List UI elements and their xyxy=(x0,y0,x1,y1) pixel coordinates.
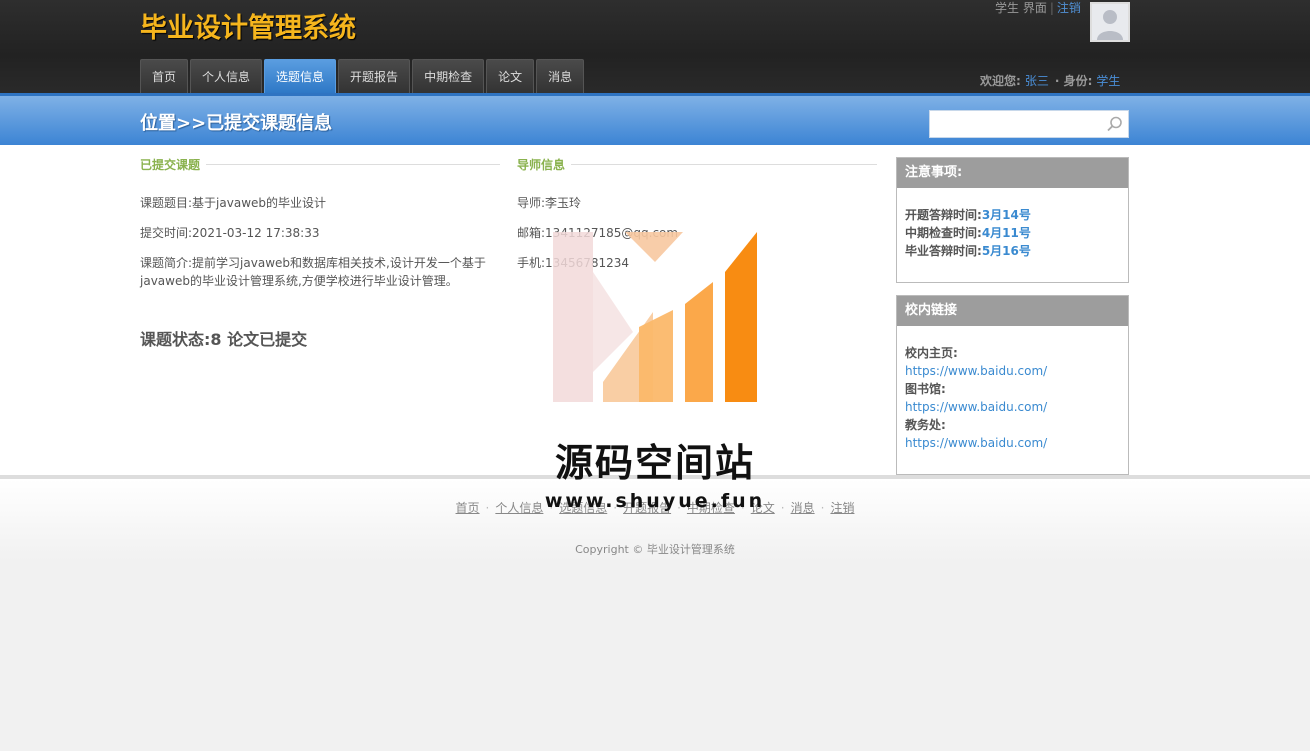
notice-item-date: 5月16号 xyxy=(981,244,1031,258)
tutor-phone-value: 13456781234 xyxy=(545,256,630,270)
nav-tab-6[interactable]: 消息 xyxy=(536,59,585,93)
notice-item: 开题答辩时间:3月14号 xyxy=(905,206,1120,224)
tutor-phone-row: 手机:13456781234 xyxy=(517,254,629,272)
user-name-link[interactable]: 张三 xyxy=(1021,74,1055,88)
topic-status: 课题状态:8 论文已提交 xyxy=(140,326,307,350)
topic-section-heading: 已提交课题 xyxy=(140,157,500,172)
role-label: · 身份: xyxy=(1054,74,1093,88)
top-interface: 界面 xyxy=(1022,1,1047,15)
avatar[interactable] xyxy=(1090,2,1130,42)
footer-link-4[interactable]: 中期检查 xyxy=(687,501,735,515)
tutor-heading-text: 导师信息 xyxy=(517,157,566,172)
tutor-name-label: 导师: xyxy=(517,196,546,210)
page-title: 位置>>已提交课题信息 xyxy=(140,113,333,134)
search-icon[interactable] xyxy=(1106,115,1124,133)
copyright: Copyright © 毕业设计管理系统 xyxy=(575,543,735,556)
footer-separator: · xyxy=(677,501,681,515)
status-value: 8 论文已提交 xyxy=(210,330,308,349)
notice-item-label: 毕业答辩时间: xyxy=(905,244,982,258)
main-content: 已提交课题 课题题目:基于javaweb的毕业设计 提交时间:2021-03-1… xyxy=(0,145,1310,475)
campus-link[interactable]: https://www.baidu.com/ xyxy=(905,362,1120,380)
nav-tab-2[interactable]: 选题信息 xyxy=(264,59,337,93)
header: 毕业设计管理系统 学生 界面 | 注销 首页 个人信息 选题信息 开题报告 中期检查 论文 消息… xyxy=(0,0,1310,93)
campus-links-box: 校内链接 校内主页: https://www.baidu.com/图书馆: http… xyxy=(896,295,1129,475)
main-nav: 首页 个人信息 选题信息 开题报告 中期检查 论文 消息 xyxy=(140,59,586,93)
nav-tab-0[interactable]: 首页 xyxy=(140,59,189,93)
notice-item-date: 4月11号 xyxy=(981,226,1031,240)
campus-links-heading: 校内链接 xyxy=(897,296,1128,326)
campus-link-label: 教务处: xyxy=(905,418,946,432)
top-logout-link[interactable]: 注销 xyxy=(1057,1,1081,15)
topic-title-row: 课题题目:基于javaweb的毕业设计 xyxy=(140,194,326,212)
nav-tab-5[interactable]: 论文 xyxy=(486,59,535,93)
notice-item-label: 开题答辩时间: xyxy=(905,208,982,222)
footer-link-1[interactable]: 个人信息 xyxy=(495,501,543,515)
tutor-section-heading: 导师信息 xyxy=(517,157,877,172)
search-box xyxy=(929,110,1129,138)
topic-time-value: 2021-03-12 17:38:33 xyxy=(192,226,320,240)
topic-intro-label: 课题简介: xyxy=(140,256,193,270)
topic-time-label: 提交时间: xyxy=(140,226,193,240)
footer-link-6[interactable]: 消息 xyxy=(791,501,815,515)
footer-link-7[interactable]: 注销 xyxy=(830,501,854,515)
footer-separator: · xyxy=(485,501,490,515)
footer-link-2[interactable]: 选题信息 xyxy=(559,501,607,515)
tutor-email-row: 邮箱:1341127185@qq.com xyxy=(517,224,678,242)
top-role: 学生 xyxy=(995,1,1020,15)
footer-link-5[interactable]: 论文 xyxy=(751,501,775,515)
topic-title-label: 课题题目: xyxy=(140,196,193,210)
footer-separator: · xyxy=(549,501,554,515)
footer-nav: 首页 · 个人信息 · 选题信息 · 开题报告 · 中期检查 · 论文 · 消息 · 注销 xyxy=(0,499,1310,516)
top-links: 学生 界面 | 注销 xyxy=(995,1,1081,15)
topic-intro-row: 课题简介:提前学习javaweb和数据库相关技术,设计开发一个基于javaweb… xyxy=(140,254,502,290)
tutor-name-value: 李玉玲 xyxy=(545,196,582,210)
location-bar: 位置>>已提交课题信息 xyxy=(0,93,1310,145)
campus-link[interactable]: https://www.baidu.com/ xyxy=(905,434,1120,452)
topic-time-row: 提交时间:2021-03-12 17:38:33 xyxy=(140,224,320,242)
footer-separator: · xyxy=(780,501,785,515)
tutor-email-value: 1341127185@qq.com xyxy=(545,226,679,240)
footer: 首页 · 个人信息 · 选题信息 · 开题报告 · 中期检查 · 论文 · 消息 · 注销 Copyrigh… xyxy=(0,479,1310,751)
topic-title-value: 基于javaweb的毕业设计 xyxy=(192,196,327,210)
status-label: 课题状态: xyxy=(140,330,211,349)
footer-link-0[interactable]: 首页 xyxy=(456,501,480,515)
campus-link-label: 校内主页: xyxy=(905,346,958,360)
nav-tab-4[interactable]: 中期检查 xyxy=(412,59,485,93)
welcome-label: 欢迎您: xyxy=(980,74,1021,88)
campus-link[interactable]: https://www.baidu.com/ xyxy=(905,398,1120,416)
search-input[interactable] xyxy=(930,111,1100,137)
notice-item: 毕业答辩时间:5月16号 xyxy=(905,242,1120,260)
notice-list: 开题答辩时间:3月14号 中期检查时间:4月11号 毕业答辩时间:5月16号 xyxy=(897,188,1128,270)
welcome-text: 欢迎您: 张三 · 身份: 学生 xyxy=(980,72,1126,89)
topic-heading-text: 已提交课题 xyxy=(140,157,201,172)
tutor-email-label: 邮箱: xyxy=(517,226,546,240)
notice-item-label: 中期检查时间: xyxy=(905,226,982,240)
user-avatar-icon xyxy=(1092,4,1128,40)
campus-link-label: 图书馆: xyxy=(905,382,946,396)
notice-box: 注意事项: 开题答辩时间:3月14号 中期检查时间:4月11号 毕业答辩时间:5月1… xyxy=(896,157,1129,283)
footer-link-3[interactable]: 开题报告 xyxy=(623,501,671,515)
nav-tab-1[interactable]: 个人信息 xyxy=(190,59,263,93)
notice-item-date: 3月14号 xyxy=(981,208,1031,222)
tutor-phone-label: 手机: xyxy=(517,256,546,270)
nav-tab-3[interactable]: 开题报告 xyxy=(338,59,411,93)
tutor-name-row: 导师:李玉玲 xyxy=(517,194,581,212)
role-value-link[interactable]: 学生 xyxy=(1092,74,1126,88)
notice-item: 中期检查时间:4月11号 xyxy=(905,224,1120,242)
topic-intro-value: 提前学习javaweb和数据库相关技术,设计开发一个基于javaweb的毕业设计… xyxy=(140,256,486,288)
footer-separator: · xyxy=(740,501,745,515)
footer-separator: · xyxy=(613,501,618,515)
notice-heading: 注意事项: xyxy=(897,158,1128,188)
footer-separator: · xyxy=(820,501,825,515)
site-title: 毕业设计管理系统 xyxy=(140,13,356,44)
campus-links-list: 校内主页: https://www.baidu.com/图书馆: https://w… xyxy=(897,326,1128,462)
